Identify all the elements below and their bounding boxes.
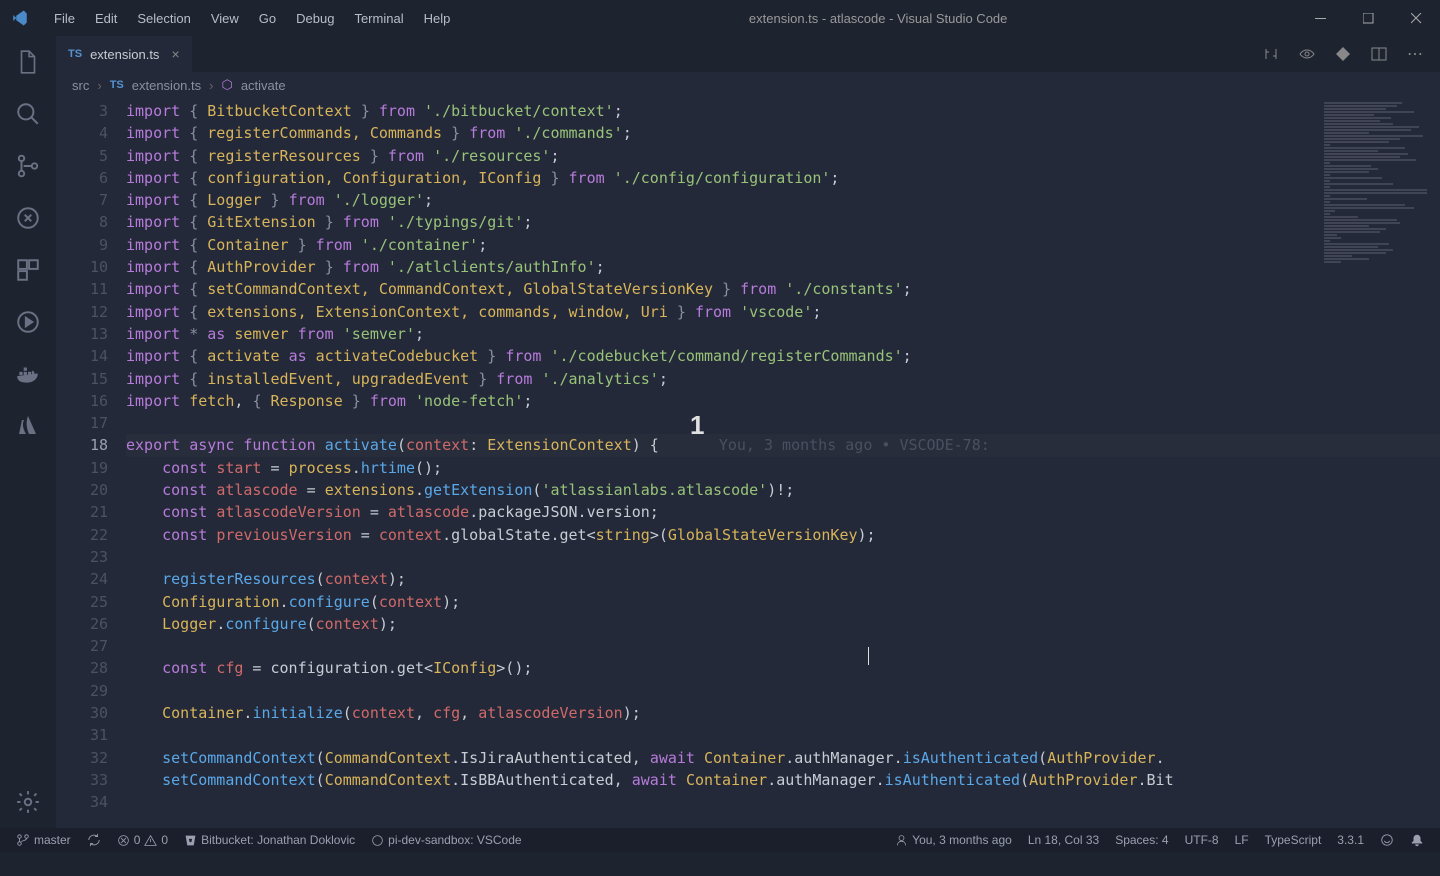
settings-gear-icon[interactable] <box>14 788 42 816</box>
eol-status[interactable]: LF <box>1227 833 1257 847</box>
menu-view[interactable]: View <box>201 5 249 32</box>
vscode-logo-icon <box>0 9 40 27</box>
source-control-icon[interactable] <box>14 152 42 180</box>
language-status[interactable]: TypeScript <box>1257 833 1330 847</box>
problems-status[interactable]: 0 0 <box>109 833 176 847</box>
breadcrumb[interactable]: src › TS extension.ts › ⬡ activate <box>56 72 1440 98</box>
atlassian-icon[interactable] <box>14 412 42 440</box>
indentation-status[interactable]: Spaces: 4 <box>1107 833 1176 847</box>
branch-status[interactable]: master <box>8 833 79 847</box>
activity-bar <box>0 36 56 828</box>
menu-selection[interactable]: Selection <box>127 5 200 32</box>
sandbox-status[interactable]: pi-dev-sandbox: VSCode <box>363 833 529 847</box>
bitbucket-status[interactable]: Bitbucket: Jonathan Doklovic <box>176 833 363 847</box>
blank-region <box>0 852 1440 876</box>
version-status[interactable]: 3.3.1 <box>1329 833 1372 847</box>
compare-icon[interactable] <box>1262 45 1280 63</box>
editor-actions: ⋯ <box>1262 45 1440 63</box>
workbench: TS extension.ts × ⋯ src › TS extension.t… <box>0 36 1440 828</box>
editor-group: TS extension.ts × ⋯ src › TS extension.t… <box>56 36 1440 828</box>
tab-label: extension.ts <box>90 47 159 62</box>
status-bar: master 0 0 Bitbucket: Jonathan Doklovic … <box>0 828 1440 852</box>
split-icon[interactable] <box>1370 45 1388 63</box>
feedback-icon[interactable] <box>1372 833 1402 847</box>
search-icon[interactable] <box>14 100 42 128</box>
minimize-button[interactable] <box>1296 0 1344 36</box>
menubar: FileEditSelectionViewGoDebugTerminalHelp <box>40 5 460 32</box>
line-numbers: 3456789101112131415161718192021222324252… <box>56 98 126 828</box>
sync-status[interactable] <box>79 833 109 847</box>
cursor-position[interactable]: Ln 18, Col 33 <box>1020 833 1107 847</box>
encoding-status[interactable]: UTF-8 <box>1177 833 1227 847</box>
chevron-right-icon: › <box>209 78 213 93</box>
tab-extension-ts[interactable]: TS extension.ts × <box>56 36 192 72</box>
close-button[interactable] <box>1392 0 1440 36</box>
eye-icon[interactable] <box>1298 45 1316 63</box>
overlay-annotation: 1 <box>690 410 704 441</box>
window-title: extension.ts - atlascode - Visual Studio… <box>460 11 1296 26</box>
debug-icon[interactable] <box>14 204 42 232</box>
tabs: TS extension.ts × ⋯ <box>56 36 1440 72</box>
menu-edit[interactable]: Edit <box>85 5 127 32</box>
bell-icon[interactable] <box>1402 833 1432 847</box>
typescript-icon: TS <box>110 79 124 91</box>
diff-icon[interactable] <box>1334 45 1352 63</box>
typescript-icon: TS <box>68 48 82 60</box>
text-cursor <box>868 647 869 665</box>
blame-status[interactable]: You, 3 months ago <box>887 833 1020 847</box>
menu-terminal[interactable]: Terminal <box>344 5 413 32</box>
titlebar: FileEditSelectionViewGoDebugTerminalHelp… <box>0 0 1440 36</box>
breadcrumb-file[interactable]: extension.ts <box>132 78 201 93</box>
breadcrumb-symbol[interactable]: activate <box>241 78 286 93</box>
minimap[interactable] <box>1320 98 1440 398</box>
method-icon: ⬡ <box>221 77 232 93</box>
menu-go[interactable]: Go <box>249 5 286 32</box>
code-content[interactable]: import { BitbucketContext } from './bitb… <box>126 98 1440 828</box>
menu-file[interactable]: File <box>44 5 85 32</box>
more-icon[interactable]: ⋯ <box>1406 45 1424 63</box>
window-controls <box>1296 0 1440 36</box>
run-icon[interactable] <box>14 308 42 336</box>
chevron-right-icon: › <box>97 78 101 93</box>
code-editor[interactable]: 3456789101112131415161718192021222324252… <box>56 98 1440 828</box>
maximize-button[interactable] <box>1344 0 1392 36</box>
docker-icon[interactable] <box>14 360 42 388</box>
extensions-icon[interactable] <box>14 256 42 284</box>
close-icon[interactable]: × <box>171 46 179 62</box>
menu-help[interactable]: Help <box>414 5 461 32</box>
breadcrumb-folder[interactable]: src <box>72 78 89 93</box>
menu-debug[interactable]: Debug <box>286 5 344 32</box>
explorer-icon[interactable] <box>14 48 42 76</box>
